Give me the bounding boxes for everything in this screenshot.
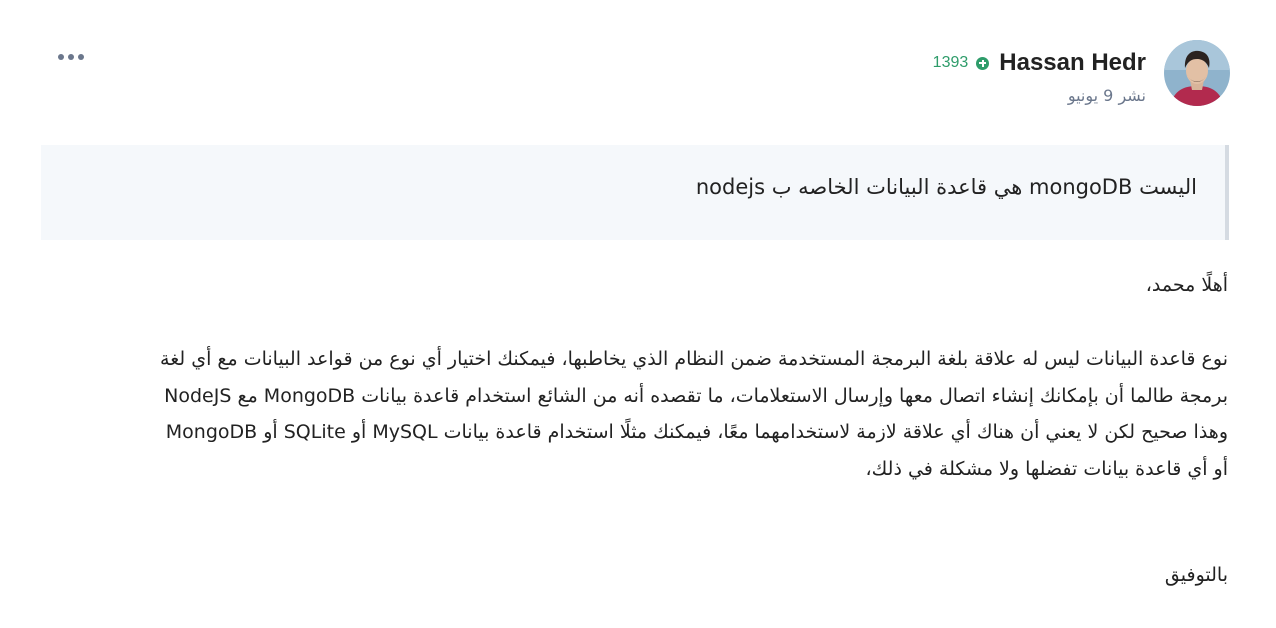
author-info: Hassan Hedr 1393 نشر 9 يونيو [933, 40, 1146, 105]
author-name[interactable]: Hassan Hedr [999, 49, 1146, 77]
answer-paragraph: نوع قاعدة البيانات ليس له علاقة بلغة الب… [52, 341, 1228, 488]
paragraph-line: وهذا صحيح لكن لا يعني أن هناك أي علاقة ل… [165, 421, 1228, 444]
post-author: Hassan Hedr 1393 نشر 9 يونيو [933, 40, 1230, 106]
avatar[interactable] [1164, 40, 1230, 106]
plus-circle-icon [976, 56, 990, 70]
answer-post: Hassan Hedr 1393 نشر 9 يونيو اليست mongo… [0, 0, 1276, 628]
quoted-question: اليست mongoDB هي قاعدة البيانات الخاصه ب… [41, 145, 1229, 240]
paragraph-line: برمجة طالما أن بإمكانك إنشاء اتصال معها … [164, 384, 1228, 407]
post-date: نشر 9 يونيو [1067, 86, 1146, 105]
answer-greeting: أهلًا محمد، [1145, 274, 1228, 296]
more-dot [68, 54, 74, 60]
more-dot [78, 54, 84, 60]
avatar-image [1164, 40, 1230, 106]
paragraph-line: نوع قاعدة البيانات ليس له علاقة بلغة الب… [160, 348, 1228, 370]
author-name-row: Hassan Hedr 1393 [933, 48, 1146, 78]
more-dots-icon [58, 54, 64, 60]
reputation-count: 1393 [932, 54, 969, 71]
paragraph-line: أو أي قاعدة بيانات تفضلها ولا مشكلة في ذ… [865, 458, 1228, 481]
more-options-button[interactable] [58, 46, 84, 68]
answer-signoff: بالتوفيق [1164, 564, 1228, 586]
quote-text: اليست mongoDB هي قاعدة البيانات الخاصه ب… [695, 175, 1197, 199]
